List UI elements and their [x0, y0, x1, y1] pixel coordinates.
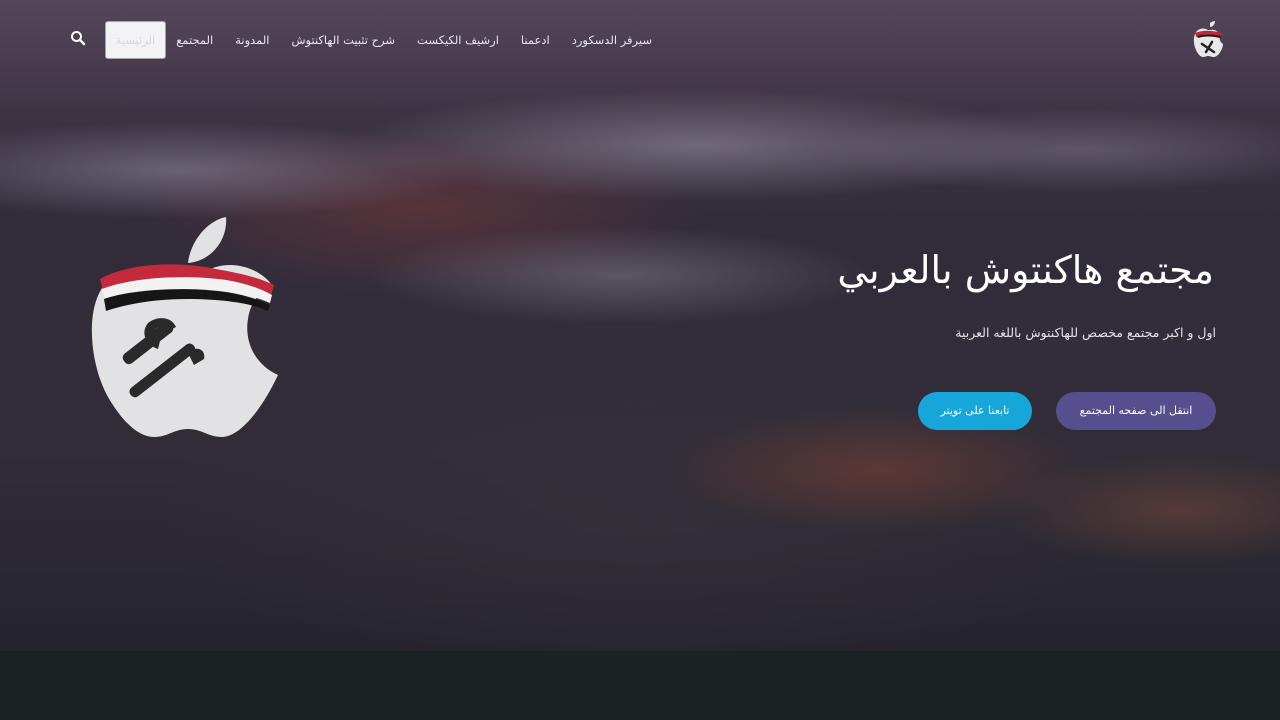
- nav-item-home[interactable]: الرئيسية: [105, 22, 166, 58]
- follow-twitter-button[interactable]: تابعنا على تويتر: [918, 392, 1032, 430]
- footer-band: [0, 651, 1280, 720]
- site-logo-icon[interactable]: [1190, 20, 1226, 60]
- hero-title: مجتمع هاكنتوش بالعربي: [837, 248, 1214, 292]
- nav-item-install-guide[interactable]: شرح تثبيت الهاكنتوش: [281, 22, 407, 58]
- top-navigation: الرئيسية المجتمع المدونة شرح تثبيت الهاك…: [0, 0, 1280, 78]
- go-to-community-button[interactable]: انتقل الى صفحه المجتمع: [1056, 392, 1216, 430]
- hero-subtitle: اول و اكبر مجتمع مخصص للهاكنتوش باللغه ا…: [955, 325, 1216, 340]
- hero-logo-icon: [88, 215, 288, 440]
- nav-item-community[interactable]: المجتمع: [165, 22, 224, 58]
- nav-item-blog[interactable]: المدونة: [224, 22, 280, 58]
- nav-menu: الرئيسية المجتمع المدونة شرح تثبيت الهاك…: [105, 22, 663, 58]
- nav-item-discord[interactable]: سيرفر الدسكورد: [561, 22, 663, 58]
- search-icon[interactable]: [70, 30, 86, 46]
- nav-item-kext-archive[interactable]: ارشيف الكيكست: [406, 22, 510, 58]
- nav-item-support-us[interactable]: ادعمنا: [510, 22, 561, 58]
